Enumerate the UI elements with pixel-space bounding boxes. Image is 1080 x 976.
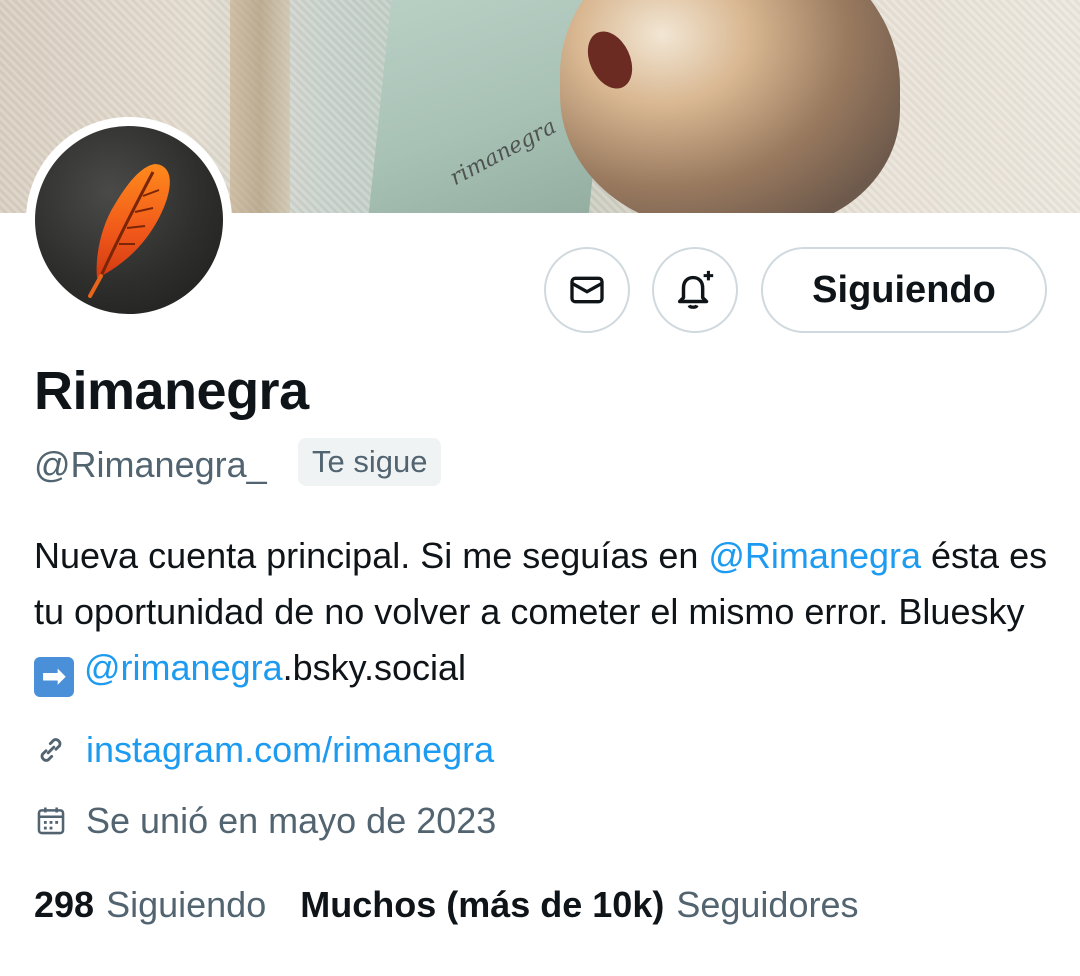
profile-join-date: Se unió en mayo de 2023 <box>34 797 496 845</box>
following-label[interactable]: Siguiendo <box>106 884 266 926</box>
profile-website[interactable]: instagram.com/rimanegra <box>34 726 494 774</box>
profile-stats: 298 Siguiendo Muchos (más de 10k) Seguid… <box>34 880 858 930</box>
website-link[interactable]: instagram.com/rimanegra <box>86 729 494 771</box>
followers-label[interactable]: Seguidores <box>676 884 858 926</box>
bio-text-1: Nueva cuenta principal. Si me seguías en <box>34 535 709 576</box>
followers-count[interactable]: Muchos (más de 10k) <box>300 884 664 926</box>
avatar-image <box>35 126 223 314</box>
banner-frame <box>230 0 290 213</box>
join-date-text: Se unió en mayo de 2023 <box>86 800 497 841</box>
avatar[interactable] <box>26 117 232 323</box>
profile-bio: Nueva cuenta principal. Si me seguías en… <box>34 528 1064 697</box>
banner-squirrel <box>560 0 900 213</box>
link-icon <box>40 738 62 762</box>
notifications-button[interactable] <box>652 247 738 333</box>
bio-mention-rimanegra[interactable]: @Rimanegra <box>708 535 921 576</box>
message-button[interactable] <box>544 247 630 333</box>
calendar-icon <box>37 807 65 835</box>
profile-name: Rimanegra <box>34 361 309 421</box>
follows-you-badge: Te sigue <box>298 438 442 486</box>
feather-icon <box>88 164 170 298</box>
bio-mention-bluesky[interactable]: @rimanegra <box>84 647 283 688</box>
following-count[interactable]: 298 <box>34 884 94 926</box>
envelope-icon <box>570 276 604 304</box>
bio-text-3: .bsky.social <box>282 647 467 688</box>
right-arrow-emoji-icon: ➡ <box>34 657 74 697</box>
following-button[interactable]: Siguiendo <box>761 247 1047 333</box>
profile-handle: @Rimanegra_ <box>34 444 267 485</box>
bell-plus-icon <box>677 270 714 309</box>
